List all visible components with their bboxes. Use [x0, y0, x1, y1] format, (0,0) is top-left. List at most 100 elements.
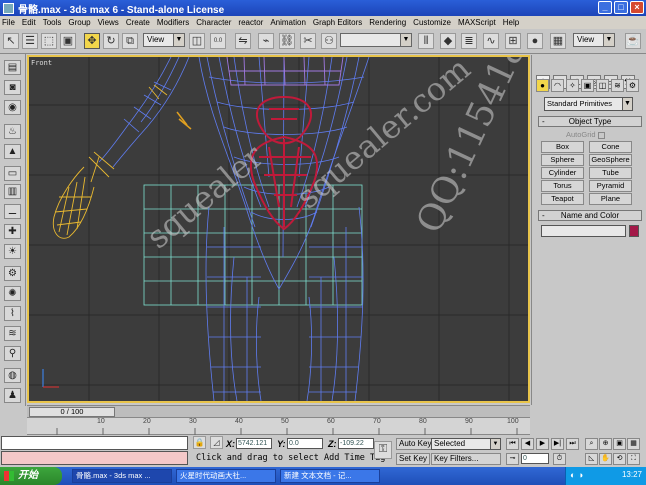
close-button[interactable]: × — [630, 1, 644, 14]
start-button[interactable]: 开始 — [0, 467, 62, 485]
menu-rendering[interactable]: Rendering — [369, 18, 406, 27]
current-frame-field[interactable]: 0 — [521, 453, 549, 464]
geometry-type-dropdown[interactable]: Standard Primitives ▼ — [544, 97, 633, 111]
reference-coordinate-combo[interactable]: View ▼ — [143, 33, 185, 47]
teapot-icon[interactable]: ♨ — [4, 124, 21, 139]
maxscript-listener[interactable] — [1, 436, 188, 450]
set-key-button[interactable]: Set Key — [396, 453, 431, 465]
window-crossing-icon[interactable]: ▣ — [60, 33, 76, 49]
sphere-button[interactable]: Sphere — [541, 154, 584, 166]
unlink-icon[interactable]: ✂ — [300, 33, 316, 49]
menu-file[interactable]: File — [2, 18, 15, 27]
menu-group[interactable]: Group — [68, 18, 90, 27]
wave-icon[interactable]: ≋ — [4, 326, 21, 341]
move-icon[interactable]: ✥ — [84, 33, 100, 49]
name-and-color-rollout[interactable]: - Name and Color — [538, 210, 642, 221]
time-config-icon[interactable]: ⏱ — [553, 453, 566, 465]
curve-editor-icon[interactable]: ∿ — [483, 33, 499, 49]
particles-icon[interactable]: ✺ — [4, 286, 21, 301]
pyramid-button[interactable]: Pyramid — [589, 180, 632, 192]
link-icon[interactable]: ⛓ — [279, 33, 295, 49]
object-name-field[interactable] — [541, 225, 626, 237]
arc-rotate-icon[interactable]: ⟲ — [613, 453, 626, 465]
pan-icon[interactable]: ✋ — [599, 453, 612, 465]
taskbar-item-notepad[interactable]: 新建 文本文档 - 记... — [280, 469, 380, 483]
key-mode-combo[interactable]: Selected ▼ — [431, 438, 501, 450]
menu-edit[interactable]: Edit — [22, 18, 36, 27]
tube-button[interactable]: Tube — [589, 167, 632, 179]
menu-create[interactable]: Create — [126, 18, 150, 27]
teapot-button[interactable]: Teapot — [541, 193, 584, 205]
lights-icon[interactable]: ✧ — [566, 79, 579, 92]
rotate-icon[interactable]: ↻ — [103, 33, 119, 49]
helper-icon[interactable]: ✚ — [4, 224, 21, 239]
chair-icon[interactable]: ♟ — [4, 388, 21, 403]
field-of-view-icon[interactable]: ◺ — [585, 453, 598, 465]
menu-modifiers[interactable]: Modifiers — [157, 18, 189, 27]
taskbar-item-forum[interactable]: 火星时代动画大社... — [176, 469, 276, 483]
plane-icon[interactable]: ▭ — [4, 166, 21, 181]
light-icon[interactable]: ☀ — [4, 244, 21, 259]
camera-icon[interactable]: ◙ — [4, 80, 21, 95]
goto-end-icon[interactable]: ⏭ — [566, 438, 579, 450]
geosphere-button[interactable]: GeoSphere — [589, 154, 632, 166]
menu-character[interactable]: Character — [196, 18, 231, 27]
next-frame-icon[interactable]: ▶| — [551, 438, 564, 450]
lock-selection-icon[interactable]: 🔒 — [193, 436, 206, 449]
play-icon[interactable]: ▶ — [536, 438, 549, 450]
maximize-button[interactable]: □ — [614, 1, 628, 14]
menu-reactor[interactable]: reactor — [238, 18, 263, 27]
autogrid-checkbox[interactable]: AutoGrid — [566, 130, 605, 139]
render-type-combo[interactable]: View ▼ — [573, 33, 615, 47]
menu-tools[interactable]: Tools — [43, 18, 62, 27]
select-by-name-icon[interactable]: ☰ — [22, 33, 38, 49]
mirror-icon[interactable]: ⇋ — [235, 33, 251, 49]
menu-maxscript[interactable]: MAXScript — [458, 18, 496, 27]
key-filters-button[interactable]: Key Filters... — [431, 453, 501, 465]
object-color-swatch[interactable] — [629, 225, 639, 237]
geometry-icon[interactable]: ● — [536, 79, 549, 92]
time-slider[interactable]: 0 / 100 — [29, 407, 115, 417]
auto-key-button[interactable]: Auto Key — [396, 438, 435, 450]
systems-cat-icon[interactable]: ⚙ — [626, 79, 639, 92]
torus-button[interactable]: Torus — [541, 180, 584, 192]
zoom-icon[interactable]: ⌕ — [585, 438, 598, 450]
fire-icon[interactable]: ▲ — [4, 144, 21, 159]
scale-icon[interactable]: ⧉ — [122, 33, 138, 49]
key-mode-toggle-icon[interactable]: ⊸ — [506, 453, 519, 465]
front-viewport[interactable]: Front squealer squealer.com QQ:115418193 — [27, 55, 530, 403]
goto-start-icon[interactable]: ⏮ — [506, 438, 519, 450]
named-selection-combo[interactable]: ▼ — [340, 33, 412, 47]
menu-animation[interactable]: Animation — [270, 18, 306, 27]
region-select-icon[interactable]: ⬚ — [41, 33, 57, 49]
object-type-rollout[interactable]: - Object Type — [538, 116, 642, 127]
align-icon[interactable]: ⌁ — [258, 33, 274, 49]
space-warps-icon[interactable]: ≋ — [611, 79, 624, 92]
menu-views[interactable]: Views — [98, 18, 119, 27]
render-icon[interactable]: ◍ — [4, 368, 21, 383]
menu-customize[interactable]: Customize — [413, 18, 451, 27]
pivot-icon[interactable]: ◫ — [189, 33, 205, 49]
boxes-icon[interactable]: ▤ — [4, 60, 21, 75]
material-editor-icon[interactable]: ● — [527, 33, 543, 49]
menu-help[interactable]: Help — [503, 18, 519, 27]
cylinder-icon[interactable]: ▥ — [4, 184, 21, 199]
shapes-icon[interactable]: ◠ — [551, 79, 564, 92]
select-icon[interactable]: ↖ — [3, 33, 19, 49]
align-tool-icon[interactable]: ◆ — [440, 33, 456, 49]
render-scene-icon[interactable]: ▦ — [550, 33, 566, 49]
x-coordinate-field[interactable]: 5742.121 — [236, 438, 272, 449]
schematic-icon[interactable]: ⊞ — [505, 33, 521, 49]
plane-button[interactable]: Plane — [589, 193, 632, 205]
bind-icon[interactable]: ⚇ — [321, 33, 337, 49]
zoom-extents-all-icon[interactable]: ▦ — [627, 438, 640, 450]
layer-icon[interactable]: ≣ — [461, 33, 477, 49]
box-button[interactable]: Box — [541, 141, 584, 153]
maxscript-output[interactable] — [1, 451, 188, 465]
tray-icons[interactable]: ◐ ◑ — [570, 470, 583, 480]
key-icon[interactable]: ⚿ — [374, 441, 392, 459]
zoom-extents-icon[interactable]: ▣ — [613, 438, 626, 450]
y-coordinate-field[interactable]: 0.0 — [287, 438, 323, 449]
link-tool-icon[interactable]: ⚲ — [4, 346, 21, 361]
quick-render-icon[interactable]: ☕ — [625, 33, 641, 49]
